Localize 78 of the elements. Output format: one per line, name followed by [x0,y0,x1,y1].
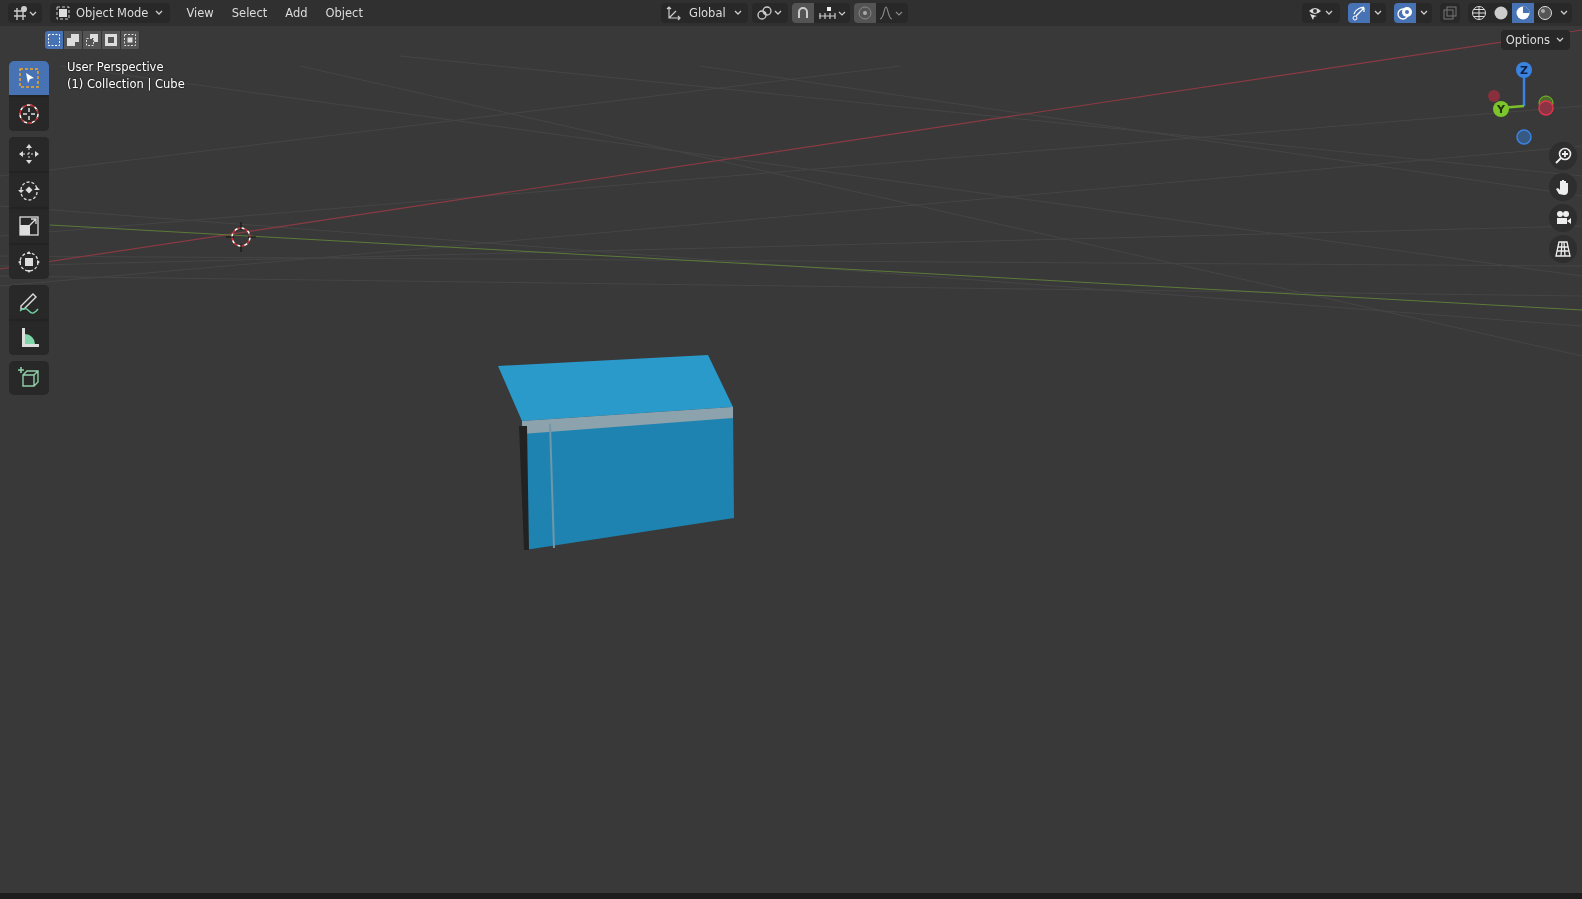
3d-cursor-icon [225,221,257,253]
chevron-icon [1419,9,1429,17]
axes-icon [665,5,682,21]
negative-z-handle[interactable] [1516,129,1532,145]
menu-item[interactable]: Add [279,3,314,23]
tool-button[interactable] [9,173,49,207]
zoom-in-icon [1554,147,1572,165]
tool-button[interactable] [9,137,49,171]
rotate-icon [17,178,41,202]
increment-icon [816,5,847,21]
snap-toggle[interactable] [791,3,814,23]
negative-x-handle[interactable] [1488,90,1500,102]
transform-icon [17,250,41,274]
select-box-icon [17,66,41,90]
visibility-dropdown[interactable] [1302,3,1340,23]
tool-button[interactable] [9,245,49,279]
cursor-icon [17,102,41,126]
subtract-selection-icon [85,33,99,47]
pan-button[interactable] [1549,173,1577,201]
intersect-selection-icon [123,33,137,47]
overlay-circles-icon [1397,5,1413,21]
chevron-icon [1373,9,1383,17]
shading-mode-button[interactable] [1512,3,1534,23]
options-dropdown[interactable]: Options [1500,30,1570,50]
gizmo-arrow-icon [1351,5,1367,21]
tool-button[interactable] [9,321,49,355]
scale-icon [17,214,41,238]
editor-type-icon [12,5,38,21]
grid-icon [1554,240,1572,258]
circle-dot-icon [856,5,873,21]
y-axis-label: Y [1497,103,1505,116]
camera-view-button[interactable] [1549,204,1577,232]
object-mode-icon [56,6,70,20]
3d-viewport[interactable]: User Perspective (1) Collection | Cube Options Z Y [0,26,1582,893]
mode-dropdown[interactable]: Object Mode [50,3,171,23]
chevron-icon [154,9,165,17]
chevron-icon [1555,36,1565,44]
select-mode-button[interactable] [45,31,64,49]
gizmo-toggle[interactable] [1348,3,1370,23]
pivot-link-icon [755,5,784,21]
camera-icon [1554,209,1572,227]
xray-toggle[interactable] [1440,3,1460,23]
new-selection-icon [47,33,61,47]
select-mode-button[interactable] [102,31,121,49]
extend-selection-icon [66,33,80,47]
pivot-dropdown[interactable] [751,3,788,23]
view-name-text: User Perspective [67,60,165,74]
move-arrows-icon [17,142,41,166]
orientation-dropdown[interactable]: Global [660,3,748,23]
rendered-sphere-icon [1537,5,1553,21]
x-axis-handle[interactable] [1538,95,1554,116]
navigation-gizmo[interactable]: Z Y [1482,60,1562,150]
menu-item[interactable]: Select [225,3,274,23]
zoom-button[interactable] [1549,142,1577,170]
xray-squares-icon [1443,6,1457,20]
menu-item[interactable]: View [180,3,220,23]
tool-button[interactable] [9,209,49,243]
chevron-icon [1559,9,1569,17]
select-mode-button[interactable] [121,31,140,49]
tool-button[interactable] [9,97,49,131]
tool-button[interactable] [9,285,49,319]
menu-item[interactable]: Object [319,3,369,23]
z-axis-label: Z [1520,64,1528,77]
overlays-toggle[interactable] [1394,3,1416,23]
select-mode-button[interactable] [83,31,102,49]
select-mode-button[interactable] [64,31,83,49]
invert-selection-icon [104,33,118,47]
editor-type-button[interactable] [8,3,42,23]
solid-sphere-icon [1493,5,1509,21]
chevron-icon [732,9,743,17]
collection-object-text: (1) Collection | Cube [67,77,185,91]
wireframe-sphere-icon [1471,5,1487,21]
material-sphere-icon [1515,5,1531,21]
falloff-curve-icon [878,5,905,21]
projection-toggle-button[interactable] [1549,235,1577,263]
proportional-editing-toggle[interactable] [853,3,876,23]
tool-button[interactable] [9,361,49,395]
add-cube-icon [17,366,41,390]
